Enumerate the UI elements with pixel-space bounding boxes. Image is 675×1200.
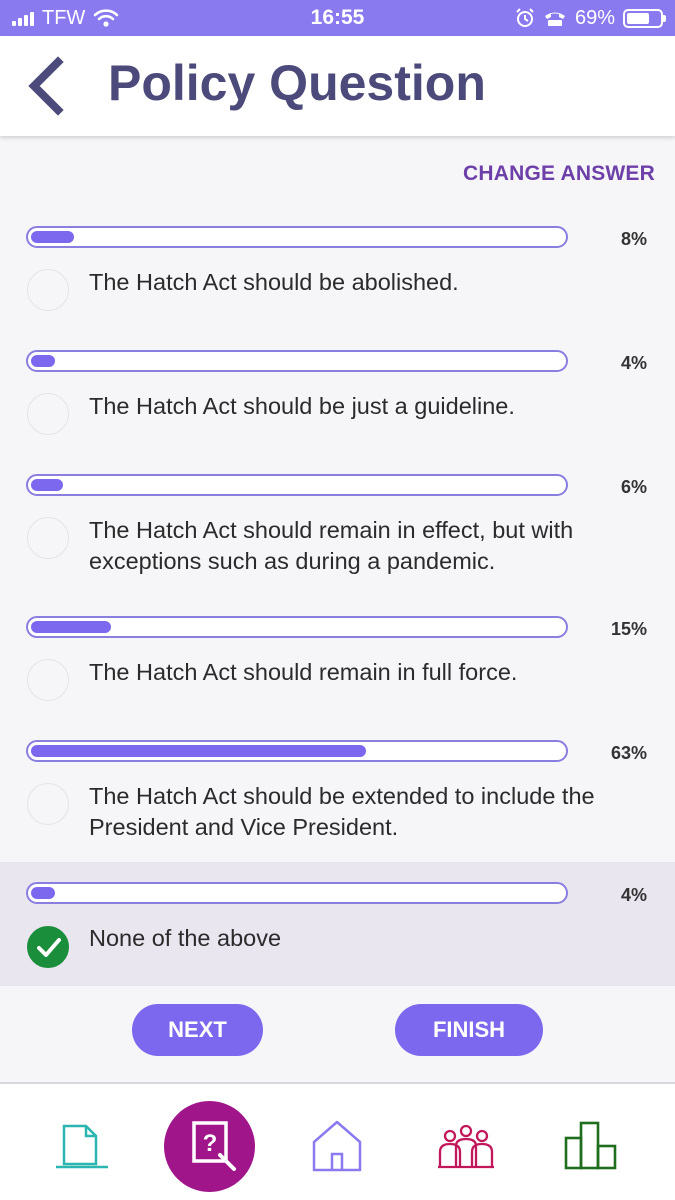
battery-label: 69% <box>574 6 615 29</box>
phone-icon <box>544 12 565 26</box>
document-icon <box>56 1124 108 1169</box>
percentage-label: 4% <box>620 353 647 373</box>
home-icon <box>312 1120 362 1172</box>
percentage-bar-fill <box>31 621 111 633</box>
radio-button[interactable] <box>27 269 69 311</box>
page-title: Policy Question <box>108 55 486 111</box>
battery-icon <box>623 8 666 28</box>
chart-icon <box>564 1121 617 1170</box>
option-item-selected[interactable]: 4% None of the above <box>0 862 675 986</box>
percentage-label: 63% <box>610 743 647 763</box>
next-button[interactable]: NEXT <box>132 1004 263 1056</box>
back-button[interactable] <box>22 56 72 116</box>
people-icon <box>438 1124 494 1169</box>
option-item[interactable]: 15% The Hatch Act should remain in full … <box>0 602 675 712</box>
app-header: Policy Question <box>0 36 675 136</box>
percentage-bar <box>26 740 568 762</box>
alarm-icon <box>516 8 534 27</box>
percentage-bar-fill <box>31 887 55 899</box>
radio-button-checked[interactable] <box>27 926 69 968</box>
percentage-bar <box>26 474 568 496</box>
nav-item-results[interactable] <box>562 1120 620 1172</box>
percentage-bar-fill <box>31 231 74 243</box>
percentage-bar-fill <box>31 355 55 367</box>
chevron-left-icon <box>28 56 64 116</box>
option-text: The Hatch Act should remain in effect, b… <box>89 517 574 574</box>
change-answer-button[interactable]: CHANGE ANSWER <box>463 162 655 186</box>
option-text: The Hatch Act should remain in full forc… <box>89 659 518 685</box>
bottom-nav: ? <box>0 1084 675 1200</box>
option-text: The Hatch Act should be abolished. <box>89 269 459 295</box>
nav-item-community[interactable] <box>436 1124 496 1170</box>
percentage-label: 6% <box>620 477 647 497</box>
question-search-icon: ? <box>192 1121 236 1171</box>
radio-button[interactable] <box>27 393 69 435</box>
radio-button[interactable] <box>27 783 69 825</box>
option-item[interactable]: 4% The Hatch Act should be just a guidel… <box>0 336 675 446</box>
percentage-bar <box>26 882 568 904</box>
status-bar: TFW 16:55 69% <box>0 0 675 36</box>
option-text: The Hatch Act should be extended to incl… <box>89 783 595 840</box>
finish-button[interactable]: FINISH <box>395 1004 543 1056</box>
percentage-bar-fill <box>31 479 63 491</box>
option-item[interactable]: 8% The Hatch Act should be abolished. <box>0 212 675 322</box>
nav-item-home[interactable] <box>310 1118 364 1174</box>
radio-button[interactable] <box>27 659 69 701</box>
option-item[interactable]: 63% The Hatch Act should be extended to … <box>0 726 675 862</box>
option-item[interactable]: 6% The Hatch Act should remain in effect… <box>0 460 675 600</box>
nav-item-documents[interactable] <box>52 1122 110 1170</box>
percentage-bar-fill <box>31 745 367 757</box>
percentage-label: 8% <box>620 229 647 249</box>
radio-button[interactable] <box>27 517 69 559</box>
percentage-bar <box>26 616 568 638</box>
percentage-bar <box>26 350 568 372</box>
svg-text:?: ? <box>203 1130 218 1157</box>
status-right: 69% <box>515 0 666 36</box>
checkmark-icon <box>37 938 61 957</box>
percentage-label: 15% <box>610 619 647 639</box>
nav-item-questions[interactable]: ? <box>164 1101 255 1192</box>
option-text: None of the above <box>89 925 282 951</box>
percentage-label: 4% <box>620 885 647 905</box>
percentage-bar <box>26 226 568 248</box>
option-text: The Hatch Act should be just a guideline… <box>89 393 515 419</box>
